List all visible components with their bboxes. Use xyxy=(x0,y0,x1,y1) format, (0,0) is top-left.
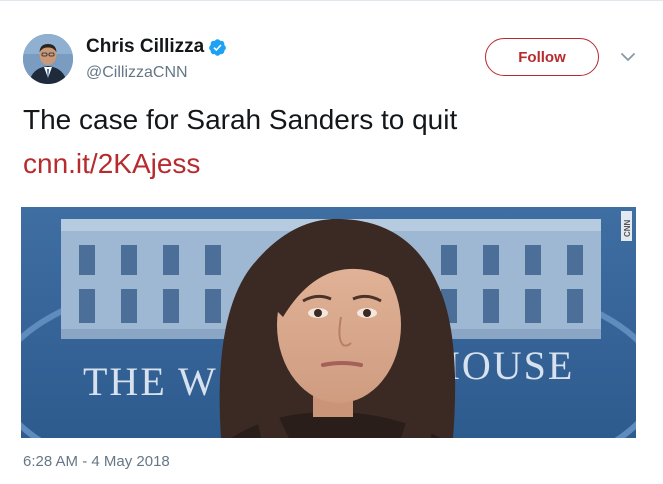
tweet-media-image[interactable]: THE W HOUSE CNN xyxy=(21,207,636,438)
tweet-text: The case for Sarah Sanders to quit xyxy=(23,104,458,135)
tweet-card: Chris Cillizza @CillizzaCNN Follow The c… xyxy=(0,0,663,484)
press-briefing-photo: THE W HOUSE CNN xyxy=(21,207,636,438)
chevron-down-icon[interactable] xyxy=(620,51,636,63)
person-avatar-icon xyxy=(23,34,73,84)
image-watermark: CNN xyxy=(623,219,632,237)
author-name[interactable]: Chris Cillizza xyxy=(86,36,204,58)
sign-text-left: THE W xyxy=(83,359,218,404)
tweet-timestamp[interactable]: 6:28 AM - 4 May 2018 xyxy=(23,453,170,470)
author-avatar[interactable] xyxy=(23,34,73,84)
tweet-link[interactable]: cnn.it/2KAjess xyxy=(23,146,200,182)
author-handle[interactable]: @CillizzaCNN xyxy=(86,64,188,82)
follow-button[interactable]: Follow xyxy=(485,38,599,76)
verified-badge-icon xyxy=(209,39,226,56)
